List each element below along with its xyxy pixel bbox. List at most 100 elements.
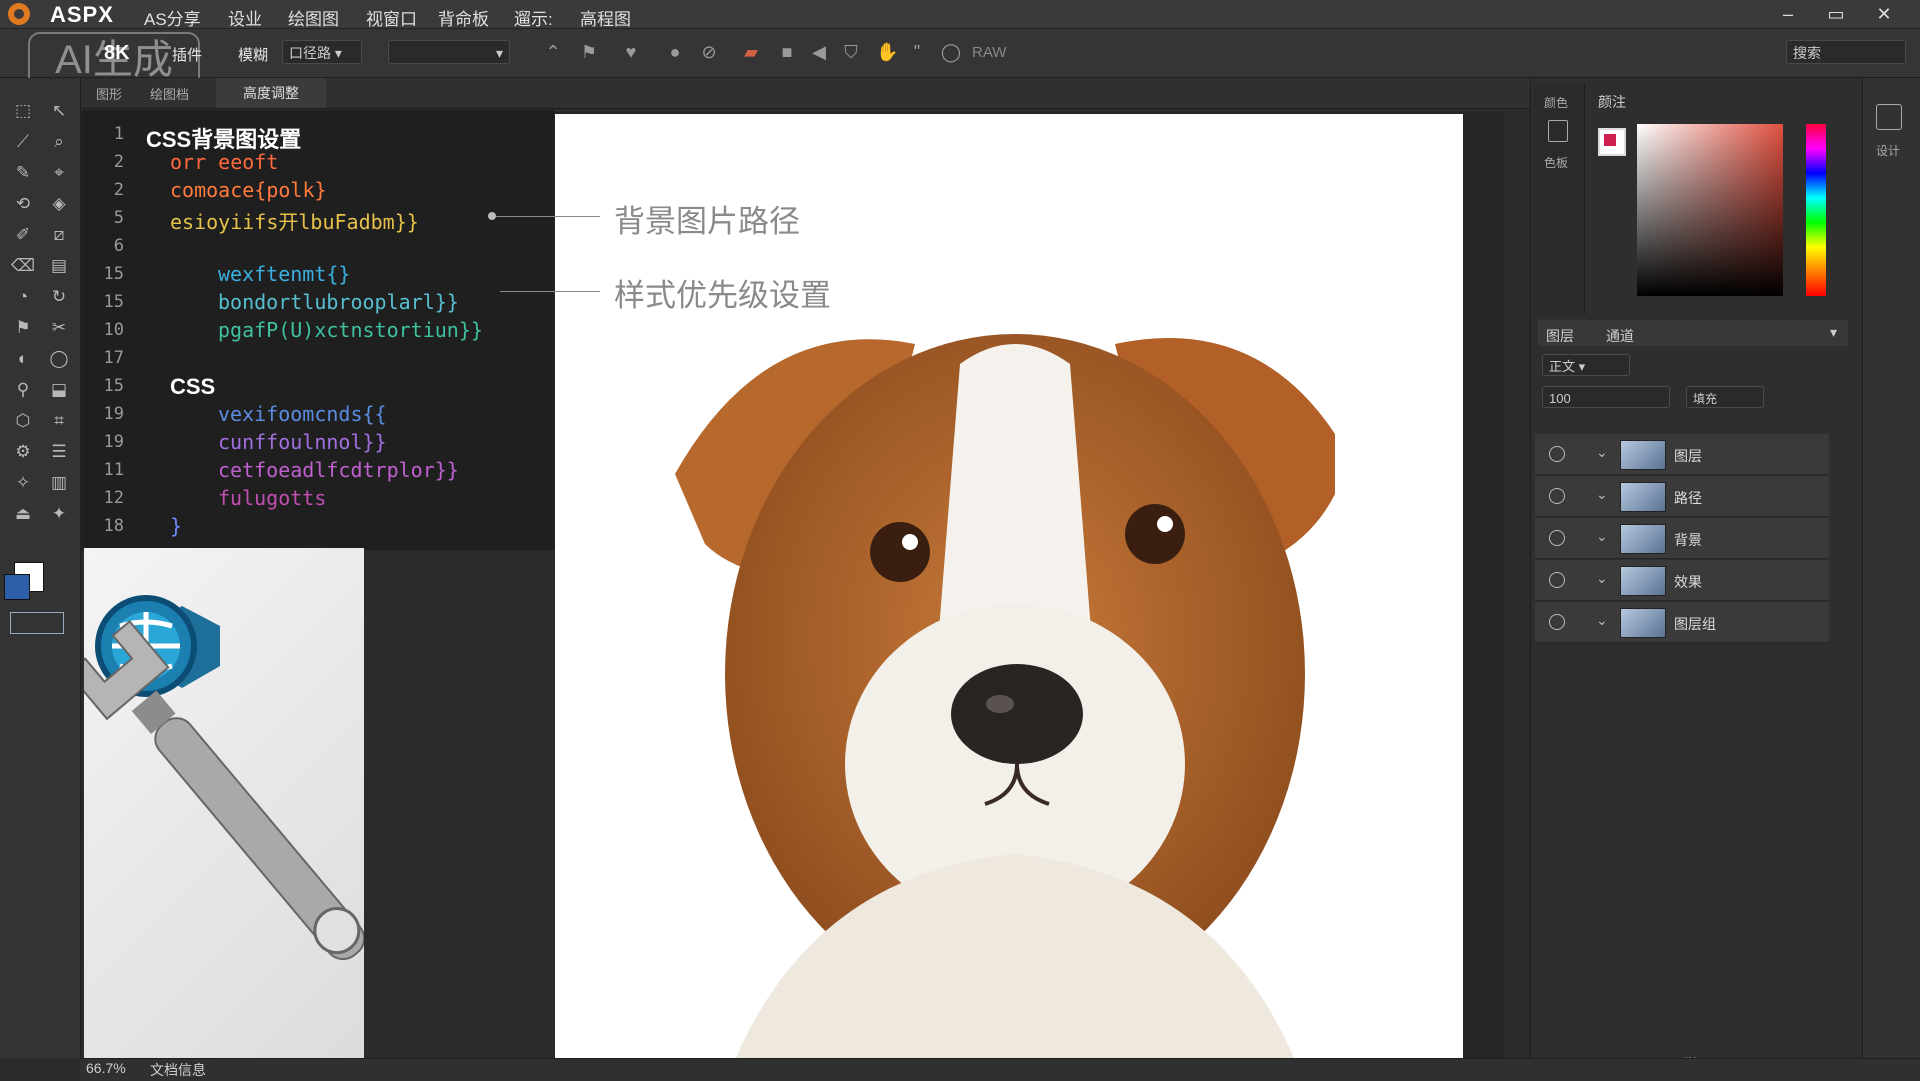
- code-line[interactable]: fulugotts: [218, 486, 326, 510]
- dodge-tool-icon[interactable]: ◐: [10, 346, 36, 372]
- minimize-button[interactable]: –: [1768, 2, 1808, 26]
- menu-item-draw[interactable]: 绘图图: [288, 5, 339, 30]
- no-icon[interactable]: ⊘: [698, 41, 720, 63]
- color-panel-tab[interactable]: 颜注: [1598, 92, 1626, 112]
- chevron-down-icon[interactable]: ⌄: [1596, 486, 1608, 503]
- document-info[interactable]: 文档信息: [150, 1060, 206, 1080]
- sparkle-tool-icon[interactable]: ✧: [10, 470, 36, 496]
- flag-icon[interactable]: ⚑: [578, 41, 600, 63]
- hex-tool-icon[interactable]: ⬡: [10, 408, 36, 434]
- menu-item-elevation[interactable]: 高程图: [580, 5, 631, 30]
- redo-tool-icon[interactable]: ↻: [46, 284, 72, 310]
- menu-item-share[interactable]: AS分享: [144, 5, 201, 30]
- lasso-tool-icon[interactable]: ⟋: [10, 129, 36, 155]
- code-line[interactable]: CSS: [170, 374, 215, 400]
- code-line[interactable]: wexftenmt{}: [218, 262, 350, 286]
- ellipse-tool-icon[interactable]: ◯: [46, 346, 72, 372]
- slice-tool-icon[interactable]: ⌗: [46, 408, 72, 434]
- tab-height-adjust[interactable]: 高度调整: [216, 78, 326, 108]
- design-panel-icon[interactable]: [1876, 104, 1902, 130]
- code-line[interactable]: esioyiifs开lbuFadbm}}: [170, 206, 419, 235]
- scissors-tool-icon[interactable]: ✂: [46, 315, 72, 341]
- square-icon[interactable]: ■: [776, 41, 798, 63]
- dock-label-swatches[interactable]: 色板: [1544, 154, 1568, 171]
- visibility-eye-icon[interactable]: [1549, 614, 1565, 630]
- opacity-field[interactable]: 100: [1542, 386, 1670, 408]
- dock-label-color[interactable]: 颜色: [1544, 94, 1568, 111]
- mode-dropdown[interactable]: 口径路 ▾: [282, 40, 362, 64]
- hand-icon[interactable]: ✋: [876, 41, 898, 63]
- target-tool-icon[interactable]: ⌖: [46, 160, 72, 186]
- blend-mode-dropdown[interactable]: 正文 ▾: [1542, 354, 1630, 376]
- menu-tool-icon[interactable]: ☰: [46, 439, 72, 465]
- code-line[interactable]: pgafP(U)xctnstortiun}}: [218, 318, 483, 342]
- clone-tool-icon[interactable]: ⚲: [10, 377, 36, 403]
- preset-dropdown[interactable]: ▾: [388, 40, 510, 64]
- triangle-icon[interactable]: ◀: [808, 41, 830, 63]
- chevron-down-icon[interactable]: ⌄: [1596, 528, 1608, 545]
- chevron-down-icon[interactable]: ▾: [1830, 324, 1837, 341]
- fill-tool-icon[interactable]: ◔: [10, 284, 36, 310]
- design-panel-label[interactable]: 设计: [1876, 142, 1900, 159]
- hue-slider[interactable]: [1806, 124, 1826, 296]
- visibility-eye-icon[interactable]: [1549, 446, 1565, 462]
- visibility-eye-icon[interactable]: [1549, 488, 1565, 504]
- maximize-button[interactable]: ▭: [1816, 2, 1856, 26]
- fill-field[interactable]: 填充: [1686, 386, 1764, 408]
- crop-tool-icon[interactable]: ⧄: [46, 222, 72, 248]
- marquee-tool-icon[interactable]: ⬚: [10, 98, 36, 124]
- color-picker-field[interactable]: [1637, 124, 1783, 296]
- code-line[interactable]: cunffoulnnol}}: [218, 430, 387, 454]
- tab-layers[interactable]: 图层: [1546, 326, 1574, 346]
- shield-icon[interactable]: ⛉: [840, 41, 862, 63]
- menu-item-panel[interactable]: 背命板: [438, 5, 489, 30]
- tab-graphics[interactable]: 图形: [96, 84, 122, 103]
- gear-tool-icon[interactable]: ⚙: [10, 439, 36, 465]
- code-line[interactable]: cetfoeadlfcdtrplor}}: [218, 458, 459, 482]
- eject-tool-icon[interactable]: ⏏: [10, 501, 36, 527]
- search-field[interactable]: 搜索: [1786, 40, 1906, 64]
- tab-channels[interactable]: 通道: [1606, 326, 1634, 346]
- code-line[interactable]: }: [170, 514, 182, 538]
- menu-item-window[interactable]: 视窗口: [366, 5, 417, 30]
- artboard-tool-icon[interactable]: ▥: [46, 470, 72, 496]
- tab-drawing[interactable]: 绘图档: [150, 84, 189, 103]
- shape-tool-icon[interactable]: ◈: [46, 191, 72, 217]
- layer-name[interactable]: 背景: [1674, 530, 1702, 550]
- star-tool-icon[interactable]: ✦: [46, 501, 72, 527]
- preview-label[interactable]: RAW: [972, 44, 1006, 61]
- chevron-down-icon[interactable]: ⌄: [1596, 570, 1608, 587]
- code-line[interactable]: vexifoomcnds{{: [218, 402, 387, 426]
- circle-icon[interactable]: ●: [664, 41, 686, 63]
- gradient-tool-icon[interactable]: ⬓: [46, 377, 72, 403]
- code-line[interactable]: comoace{polk}: [170, 178, 327, 202]
- menu-item-show[interactable]: 遛示:: [514, 5, 553, 30]
- code-line[interactable]: bondortlubrooplarl}}: [218, 290, 459, 314]
- move-tool-icon[interactable]: ↖: [46, 98, 72, 124]
- chevron-down-icon[interactable]: ⌄: [1596, 444, 1608, 461]
- heart-icon[interactable]: ♥: [620, 41, 642, 63]
- swatch-icon[interactable]: [1548, 120, 1568, 142]
- zoom-level[interactable]: 66.7%: [86, 1060, 126, 1076]
- quote-icon[interactable]: ": [906, 41, 928, 63]
- flag-tool-icon[interactable]: ⚑: [10, 315, 36, 341]
- layer-name[interactable]: 图层组: [1674, 614, 1716, 634]
- brush-icon[interactable]: ▰: [740, 41, 762, 63]
- close-button[interactable]: ✕: [1864, 2, 1904, 26]
- visibility-eye-icon[interactable]: [1549, 530, 1565, 546]
- chevron-down-icon[interactable]: ⌄: [1596, 612, 1608, 629]
- zoom-tool-icon[interactable]: ⌕: [46, 129, 72, 155]
- grid-tool-icon[interactable]: ▤: [46, 253, 72, 279]
- quick-mask-icon[interactable]: [10, 612, 64, 634]
- layer-name[interactable]: 图层: [1674, 446, 1702, 466]
- background-color-swatch[interactable]: [4, 574, 30, 600]
- layer-name[interactable]: 路径: [1674, 488, 1702, 508]
- toggle-icon[interactable]: ◯: [940, 41, 962, 63]
- code-line[interactable]: orr eeoft: [170, 150, 278, 174]
- artboard[interactable]: [555, 114, 1463, 1060]
- eraser-tool-icon[interactable]: ⌫: [10, 253, 36, 279]
- rotate-tool-icon[interactable]: ⟲: [10, 191, 36, 217]
- arrow-icon[interactable]: ⌃: [542, 41, 564, 63]
- layer-name[interactable]: 效果: [1674, 572, 1702, 592]
- pen-tool-icon[interactable]: ✐: [10, 222, 36, 248]
